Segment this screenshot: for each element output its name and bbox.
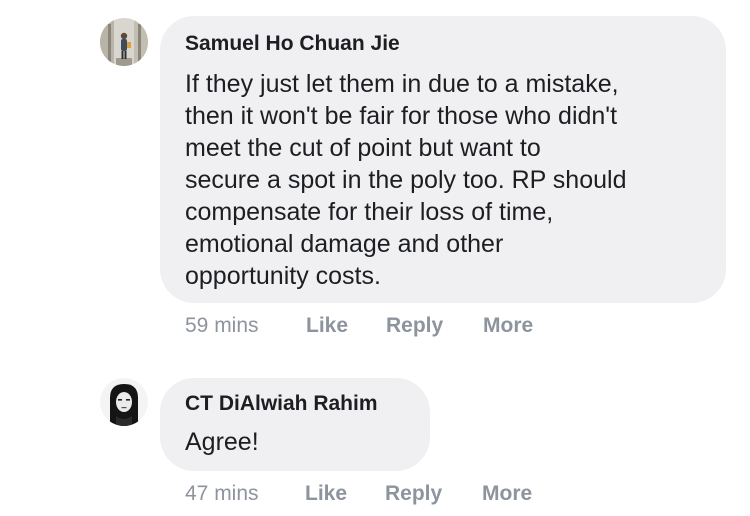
- comment-timestamp[interactable]: 59 mins: [185, 314, 259, 338]
- comment-text-line: opportunity costs.: [185, 262, 381, 290]
- more-button[interactable]: More: [482, 482, 532, 506]
- reply-button[interactable]: Reply: [386, 314, 443, 338]
- user-photo-icon: [100, 378, 148, 426]
- avatar[interactable]: [100, 378, 148, 426]
- comment-author[interactable]: Samuel Ho Chuan Jie: [185, 32, 400, 56]
- more-button[interactable]: More: [483, 314, 533, 338]
- comment-text: If they just let them in due to a mistak…: [185, 68, 626, 292]
- comment-text-line: Agree!: [185, 428, 259, 456]
- user-photo-icon: [100, 18, 148, 66]
- comment-bubble: CT DiAlwiah Rahim Agree!: [160, 378, 430, 471]
- comment-text: Agree!: [185, 426, 259, 458]
- comment-text-line: emotional damage and other: [185, 230, 504, 258]
- comment-timestamp[interactable]: 47 mins: [185, 482, 259, 506]
- avatar[interactable]: [100, 18, 148, 66]
- comment-bubble: Samuel Ho Chuan Jie If they just let the…: [160, 16, 726, 303]
- like-button[interactable]: Like: [306, 314, 348, 338]
- comment-text-line: If they just let them in due to a mistak…: [185, 70, 619, 98]
- comment-text-line: secure a spot in the poly too. RP should: [185, 166, 627, 194]
- like-button[interactable]: Like: [305, 482, 347, 506]
- comment-text-line: then it won't be fair for those who didn…: [185, 102, 618, 130]
- comment-text-line: compensate for their loss of time,: [185, 198, 554, 226]
- reply-button[interactable]: Reply: [385, 482, 442, 506]
- comment-text-line: meet the cut of point but want to: [185, 134, 541, 162]
- comment-author[interactable]: CT DiAlwiah Rahim: [185, 392, 378, 416]
